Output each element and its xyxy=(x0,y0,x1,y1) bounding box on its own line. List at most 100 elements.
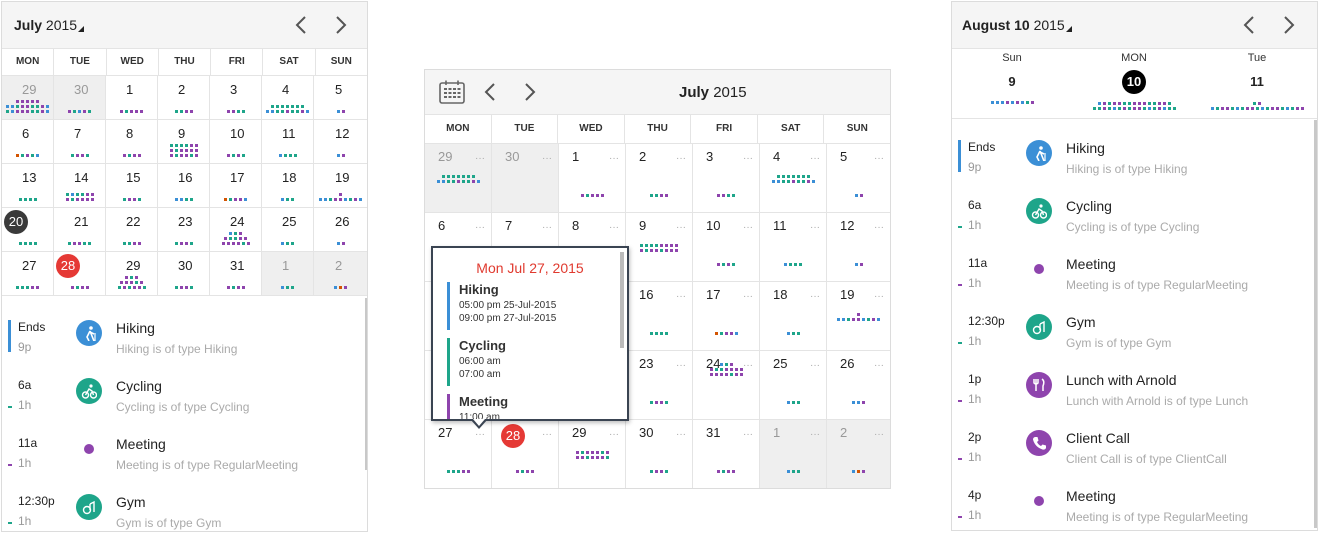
day-cell[interactable]: 26 ··· xyxy=(827,351,890,420)
agenda-scrollbar[interactable] xyxy=(365,298,367,470)
day-cell[interactable]: 12 ··· xyxy=(827,213,890,282)
day-cell[interactable]: 29 xyxy=(2,76,54,120)
day-cell[interactable]: 2 xyxy=(314,252,367,296)
day-cell[interactable]: 30 xyxy=(158,252,210,296)
more-events-button[interactable]: ··· xyxy=(676,291,686,302)
day-cell[interactable]: 8 xyxy=(106,120,158,164)
agenda-item[interactable]: 4p 1h Meeting Meeting is of type RegularMee… xyxy=(952,488,1317,530)
day-cell[interactable]: 24 xyxy=(210,208,262,252)
more-events-button[interactable]: ··· xyxy=(475,429,485,440)
day-cell[interactable]: 13 xyxy=(2,164,54,208)
more-events-button[interactable]: ··· xyxy=(542,153,552,164)
day-cell[interactable]: 4 xyxy=(262,76,314,120)
day-cell[interactable]: 17 xyxy=(210,164,262,208)
day-cell[interactable]: 16 ··· xyxy=(626,282,693,351)
more-events-button[interactable]: ··· xyxy=(874,429,884,440)
prev-month-button[interactable] xyxy=(288,12,314,38)
day-cell[interactable]: 28 xyxy=(54,252,106,296)
day-cell[interactable]: 3 ··· xyxy=(693,144,760,213)
day-cell[interactable]: 4 ··· xyxy=(760,144,827,213)
day-cell[interactable]: 22 xyxy=(106,208,158,252)
more-events-button[interactable]: ··· xyxy=(542,429,552,440)
popup-event[interactable]: Hiking 05:00 pm 25-Jul-2015 09:00 pm 27-Ju… xyxy=(447,282,617,330)
day-cell[interactable]: 16 xyxy=(158,164,210,208)
day-cell[interactable]: 1 ··· xyxy=(559,144,626,213)
day-cell[interactable]: 5 ··· xyxy=(827,144,890,213)
day-cell[interactable]: 20 xyxy=(2,208,54,252)
day-cell[interactable]: 30 ··· xyxy=(492,144,559,213)
day-cell[interactable]: 2 ··· xyxy=(827,420,890,488)
day-cell[interactable]: 10 ··· xyxy=(693,213,760,282)
more-events-button[interactable]: ··· xyxy=(609,153,619,164)
more-events-button[interactable]: ··· xyxy=(874,153,884,164)
day-cell[interactable]: 25 xyxy=(262,208,314,252)
more-events-button[interactable]: ··· xyxy=(676,360,686,371)
agenda-item[interactable]: 2p 1h Client Call Client Call is of type Cl… xyxy=(952,430,1317,488)
day-cell[interactable]: 9 ··· xyxy=(626,213,693,282)
day-cell[interactable]: 14 xyxy=(54,164,106,208)
more-events-button[interactable]: ··· xyxy=(475,222,485,233)
more-events-button[interactable]: ··· xyxy=(874,360,884,371)
day-cell[interactable]: 1 xyxy=(106,76,158,120)
day-cell[interactable]: 15 xyxy=(106,164,158,208)
day-cell[interactable]: 9 xyxy=(158,120,210,164)
week-day[interactable]: Tue 11 xyxy=(1217,52,1297,89)
more-events-button[interactable]: ··· xyxy=(810,360,820,371)
day-cell[interactable]: 28 ··· xyxy=(492,420,559,488)
more-events-button[interactable]: ··· xyxy=(743,222,753,233)
day-cell[interactable]: 19 xyxy=(314,164,367,208)
day-cell[interactable]: 5 xyxy=(314,76,367,120)
agenda-item[interactable]: 12:30p 1h Gym Gym is of type Gym xyxy=(952,314,1317,372)
day-cell[interactable]: 27 xyxy=(2,252,54,296)
day-cell[interactable]: 27 ··· xyxy=(425,420,492,488)
day-cell[interactable]: 25 ··· xyxy=(760,351,827,420)
week-day[interactable]: Sun 9 xyxy=(972,52,1052,89)
day-cell[interactable]: 1 xyxy=(262,252,314,296)
day-cell[interactable]: 30 ··· xyxy=(626,420,693,488)
calendar-icon[interactable] xyxy=(439,80,465,104)
popup-event[interactable]: Cycling 06:00 am 07:00 am xyxy=(447,338,617,386)
day-cell[interactable]: 11 xyxy=(262,120,314,164)
day-cell[interactable]: 7 xyxy=(54,120,106,164)
more-events-button[interactable]: ··· xyxy=(810,291,820,302)
next-month-button[interactable] xyxy=(328,12,354,38)
agenda-item[interactable]: 6a 1h Cycling Cycling is of type Cycling xyxy=(952,198,1317,256)
day-cell[interactable]: 21 xyxy=(54,208,106,252)
more-events-button[interactable]: ··· xyxy=(810,222,820,233)
day-cell[interactable]: 2 xyxy=(158,76,210,120)
day-cell[interactable]: 31 ··· xyxy=(693,420,760,488)
day-cell[interactable]: 12 xyxy=(314,120,367,164)
day-cell[interactable]: 17 ··· xyxy=(693,282,760,351)
day-cell[interactable]: 1 ··· xyxy=(760,420,827,488)
day-cell[interactable]: 29 ··· xyxy=(559,420,626,488)
day-cell[interactable]: 19 ··· xyxy=(827,282,890,351)
popup-event[interactable]: Meeting 11:00 am xyxy=(447,394,617,419)
date-selector[interactable]: August 10 2015 xyxy=(962,17,1072,33)
agenda-item[interactable]: Ends 9p Hiking Hiking is of type Hiking xyxy=(2,320,367,378)
day-cell[interactable]: 31 xyxy=(210,252,262,296)
day-cell[interactable]: 23 ··· xyxy=(626,351,693,420)
more-events-button[interactable]: ··· xyxy=(676,153,686,164)
day-cell[interactable]: 24 ··· xyxy=(693,351,760,420)
day-cell[interactable]: 11 ··· xyxy=(760,213,827,282)
day-cell[interactable]: 23 xyxy=(158,208,210,252)
day-cell[interactable]: 6 xyxy=(2,120,54,164)
more-events-button[interactable]: ··· xyxy=(542,222,552,233)
agenda-scrollbar[interactable] xyxy=(1314,120,1317,528)
next-month-button[interactable] xyxy=(517,79,543,105)
day-cell[interactable]: 29 ··· xyxy=(425,144,492,213)
day-cell[interactable]: 30 xyxy=(54,76,106,120)
day-cell[interactable]: 26 xyxy=(314,208,367,252)
month-year-selector[interactable]: July 2015 xyxy=(14,17,85,33)
more-events-button[interactable]: ··· xyxy=(475,153,485,164)
day-cell[interactable]: 18 xyxy=(262,164,314,208)
prev-month-button[interactable] xyxy=(477,79,503,105)
agenda-item[interactable]: Ends 9p Hiking Hiking is of type Hiking xyxy=(952,140,1317,198)
more-events-button[interactable]: ··· xyxy=(743,153,753,164)
more-events-button[interactable]: ··· xyxy=(810,429,820,440)
more-events-button[interactable]: ··· xyxy=(676,222,686,233)
more-events-button[interactable]: ··· xyxy=(609,429,619,440)
more-events-button[interactable]: ··· xyxy=(609,222,619,233)
day-cell[interactable]: 3 xyxy=(210,76,262,120)
more-events-button[interactable]: ··· xyxy=(676,429,686,440)
